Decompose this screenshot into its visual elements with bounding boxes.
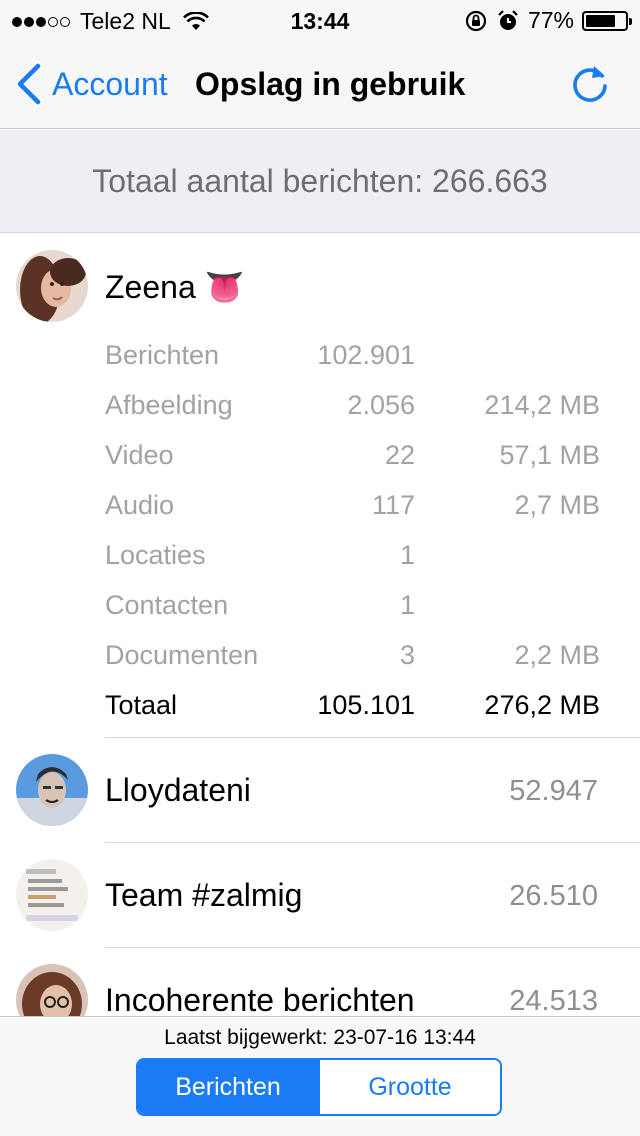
status-bar: Tele2 NL 13:44 77% [0, 0, 640, 40]
contact-message-count: 24.513 [509, 985, 598, 1016]
chevron-left-icon [17, 63, 41, 105]
battery-icon [582, 10, 632, 31]
detail-count: 22 [384, 440, 415, 470]
contact-name: Lloydateni [105, 772, 251, 808]
alarm-icon [498, 9, 518, 30]
last-updated-label: Laatst bijgewerkt: 23-07-16 13:44 [164, 1026, 476, 1049]
detail-row-audio: Audio 117 2,7 MB [105, 490, 600, 530]
avatar [16, 964, 88, 1016]
detail-label: Documenten [105, 640, 259, 670]
separator [105, 947, 640, 948]
contact-message-count: 26.510 [509, 880, 598, 912]
detail-count: 102.901 [317, 340, 415, 370]
bottom-toolbar: Laatst bijgewerkt: 23-07-16 13:44 Berich… [0, 1016, 640, 1136]
detail-row-locaties: Locaties 1 [105, 540, 600, 580]
detail-label: Contacten [105, 590, 229, 620]
detail-size: 2,7 MB [514, 490, 600, 520]
detail-row-afbeelding: Afbeelding 2.056 214,2 MB [105, 390, 600, 430]
avatar [16, 250, 88, 322]
sort-segmented-control: Berichten Grootte [136, 1058, 502, 1116]
detail-size: 214,2 MB [484, 390, 600, 420]
navigation-bar: Account Opslag in gebruik [0, 40, 640, 129]
detail-row-berichten: Berichten 102.901 [105, 340, 600, 380]
contact-name: Incoherente berichten [105, 982, 415, 1016]
rotation-lock-icon [465, 10, 487, 31]
detail-label: Afbeelding [105, 390, 233, 420]
detail-count: 117 [371, 490, 415, 520]
detail-row-video: Video 22 57,1 MB [105, 440, 600, 480]
battery-percentage: 77% [527, 7, 574, 33]
total-messages-header: Totaal aantal berichten: 266.663 [0, 130, 640, 233]
detail-label: Locaties [105, 540, 206, 570]
contact-message-count: 52.947 [509, 775, 598, 807]
detail-count: 1 [399, 590, 415, 620]
detail-count: 1 [399, 540, 415, 570]
detail-label: Berichten [105, 340, 220, 370]
segment-berichten[interactable]: Berichten [138, 1060, 318, 1114]
storage-list: Zeena 👅 Berichten 102.901 Afbeelding 2.0… [0, 234, 640, 1016]
detail-row-documenten: Documenten 3 2,2 MB [105, 640, 600, 680]
contact-name: Team #zalmig [105, 877, 303, 913]
separator [105, 737, 640, 738]
avatar [16, 859, 88, 931]
detail-label: Video [105, 440, 174, 470]
total-messages-label: Totaal aantal berichten: 266.663 [92, 162, 548, 199]
avatar [16, 754, 88, 826]
detail-size: 276,2 MB [484, 690, 600, 720]
detail-count: 105.101 [317, 690, 415, 720]
detail-count: 3 [399, 640, 415, 670]
separator [105, 842, 640, 843]
contact-name: Zeena 👅 [105, 269, 245, 305]
page-title: Opslag in gebruik [195, 66, 466, 102]
detail-label: Totaal [105, 690, 178, 720]
detail-count: 2.056 [347, 390, 415, 420]
detail-row-contacten: Contacten 1 [105, 590, 600, 630]
detail-size: 57,1 MB [499, 440, 600, 470]
refresh-icon[interactable] [568, 62, 612, 106]
detail-size: 2,2 MB [514, 640, 600, 670]
detail-row-totaal: Totaal 105.101 276,2 MB [105, 690, 600, 730]
status-right: 77% [464, 7, 632, 34]
back-button[interactable]: Account [14, 62, 168, 106]
back-button-label: Account [52, 65, 168, 102]
segment-grootte[interactable]: Grootte [318, 1060, 500, 1114]
detail-label: Audio [105, 490, 175, 520]
